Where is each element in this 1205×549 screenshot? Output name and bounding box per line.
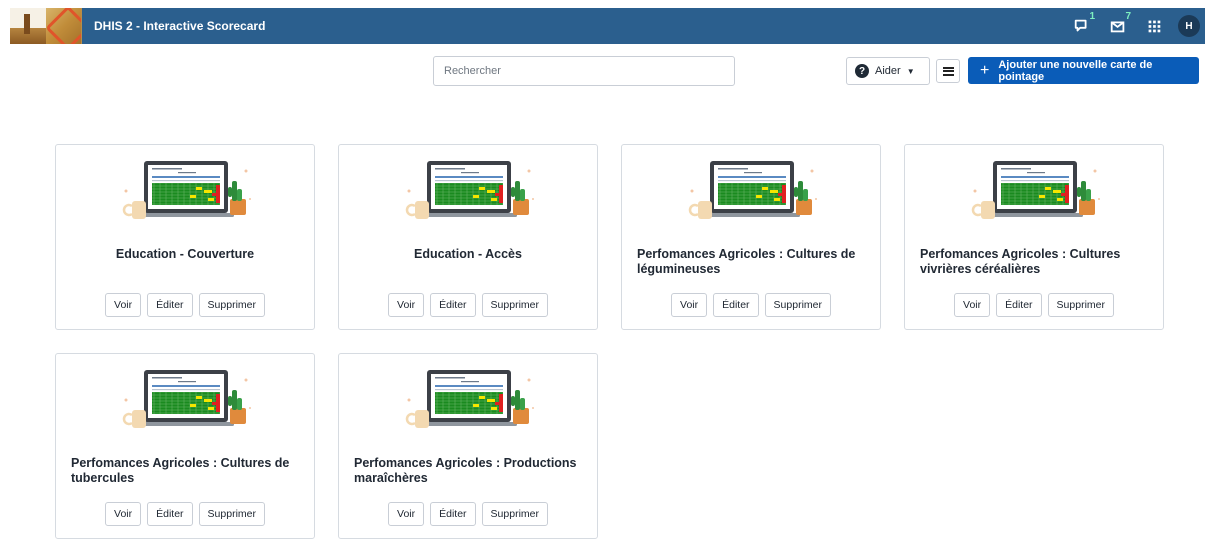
interpretations-button[interactable]: 1 bbox=[1066, 8, 1098, 44]
edit-button[interactable]: Éditer bbox=[147, 293, 193, 317]
view-button[interactable]: Voir bbox=[105, 502, 142, 526]
edit-button[interactable]: Éditer bbox=[996, 293, 1042, 317]
add-scorecard-label: Ajouter une nouvelle carte de pointage bbox=[998, 58, 1153, 83]
header-bar: DHIS 2 - Interactive Scorecard 1 7 H bbox=[10, 8, 1205, 44]
card-title: Education - Accès bbox=[414, 247, 522, 261]
edit-button[interactable]: Éditer bbox=[147, 502, 193, 526]
question-circle-icon: ? bbox=[855, 64, 869, 78]
delete-button[interactable]: Supprimer bbox=[481, 502, 548, 526]
apps-grid-icon bbox=[1148, 20, 1161, 33]
scorecard-illustration bbox=[405, 159, 536, 221]
scorecard-illustration bbox=[971, 159, 1102, 221]
scorecard-card[interactable]: Perfomances Agricoles : Cultures vivrièr… bbox=[904, 144, 1164, 330]
view-button[interactable]: Voir bbox=[105, 293, 142, 317]
delete-button[interactable]: Supprimer bbox=[764, 293, 831, 317]
scorecard-card[interactable]: Perfomances Agricoles : Cultures de légu… bbox=[621, 144, 881, 330]
view-button[interactable]: Voir bbox=[954, 293, 991, 317]
help-button[interactable]: ? Aider ▼ bbox=[846, 57, 930, 85]
card-title: Perfomances Agricoles : Cultures de légu… bbox=[637, 247, 856, 276]
delete-button[interactable]: Supprimer bbox=[198, 293, 265, 317]
app-title: DHIS 2 - Interactive Scorecard bbox=[94, 19, 266, 33]
scorecard-illustration bbox=[405, 368, 536, 430]
card-title: Perfomances Agricoles : Productions mara… bbox=[354, 456, 577, 485]
help-label: Aider bbox=[875, 65, 901, 77]
delete-button[interactable]: Supprimer bbox=[481, 293, 548, 317]
scorecard-card[interactable]: Education - Couverture Voir Éditer Suppr… bbox=[55, 144, 315, 330]
user-avatar[interactable]: H bbox=[1178, 15, 1200, 37]
messages-button[interactable]: 7 bbox=[1102, 8, 1134, 44]
list-view-toggle[interactable] bbox=[936, 59, 960, 83]
plus-icon: + bbox=[980, 61, 990, 79]
card-title: Education - Couverture bbox=[115, 247, 255, 261]
messages-badge: 7 bbox=[1125, 11, 1131, 22]
interpretations-badge: 1 bbox=[1089, 11, 1095, 22]
chevron-down-icon: ▼ bbox=[906, 66, 915, 76]
envelope-icon bbox=[1110, 21, 1125, 33]
delete-button[interactable]: Supprimer bbox=[1047, 293, 1114, 317]
edit-button[interactable]: Éditer bbox=[430, 293, 476, 317]
scorecard-illustration bbox=[122, 159, 253, 221]
search-input[interactable] bbox=[433, 56, 735, 86]
view-button[interactable]: Voir bbox=[671, 293, 708, 317]
app-logo[interactable] bbox=[10, 8, 82, 44]
scorecard-card[interactable]: Perfomances Agricoles : Cultures de tube… bbox=[55, 353, 315, 539]
scorecard-card[interactable]: Perfomances Agricoles : Productions mara… bbox=[338, 353, 598, 539]
apps-menu-button[interactable] bbox=[1138, 8, 1170, 44]
view-button[interactable]: Voir bbox=[388, 502, 425, 526]
edit-button[interactable]: Éditer bbox=[713, 293, 759, 317]
card-title: Perfomances Agricoles : Cultures de tube… bbox=[71, 456, 290, 485]
edit-button[interactable]: Éditer bbox=[430, 502, 476, 526]
card-title: Perfomances Agricoles : Cultures vivrièr… bbox=[920, 247, 1121, 276]
chat-bubble-icon bbox=[1074, 19, 1087, 32]
view-button[interactable]: Voir bbox=[388, 293, 425, 317]
scorecard-card[interactable]: Education - Accès Voir Éditer Supprimer bbox=[338, 144, 598, 330]
scorecard-illustration bbox=[122, 368, 253, 430]
scorecard-illustration bbox=[688, 159, 819, 221]
delete-button[interactable]: Supprimer bbox=[198, 502, 265, 526]
add-scorecard-button[interactable]: + Ajouter une nouvelle carte de pointage bbox=[968, 57, 1199, 84]
list-icon bbox=[942, 66, 954, 76]
